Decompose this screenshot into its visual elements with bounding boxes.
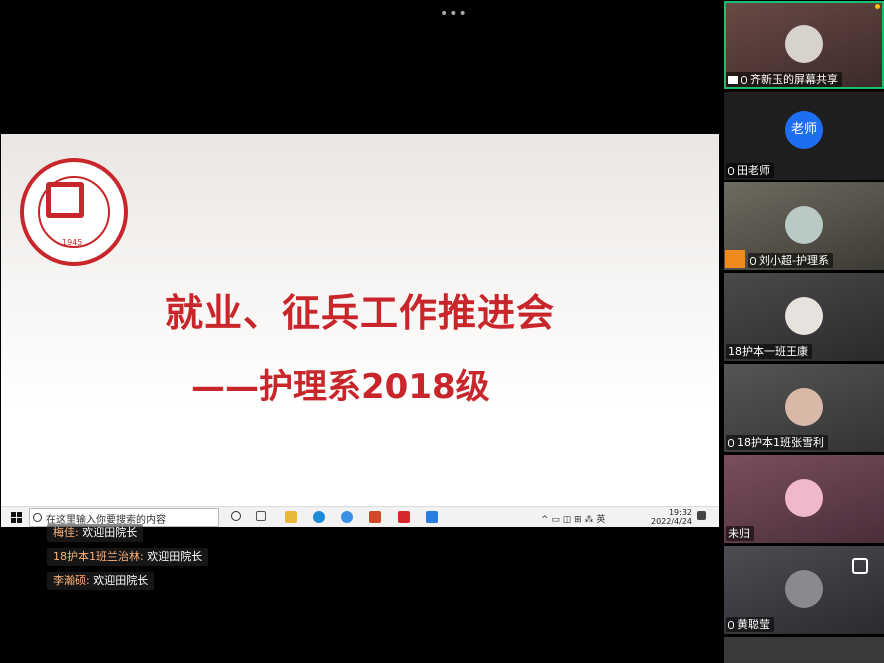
windows-start-icon[interactable] xyxy=(11,512,22,523)
notification-icon[interactable] xyxy=(697,511,706,520)
more-options-icon[interactable]: ••• xyxy=(440,6,468,22)
participant-tile-screen-share[interactable]: 齐新玉的屏幕共享 xyxy=(724,1,884,89)
participant-label: 齐新玉的屏幕共享 xyxy=(726,72,842,87)
taskbar-clock: 19:32 2022/4/24 xyxy=(651,508,693,526)
avatar xyxy=(785,388,823,426)
system-tray[interactable]: ^ ▭ ◫ ⊞ ⁂ 英 xyxy=(541,512,605,525)
participant-label: 田老师 xyxy=(726,163,774,178)
slide-title: 就业、征兵工作推进会 xyxy=(164,291,555,335)
school-logo: 1945 xyxy=(20,158,128,266)
participant-label: 18护本1班张雪利 xyxy=(726,435,828,450)
shared-screen: 1945 就业、征兵工作推进会 ——护理系2018级 在这里输入你要搜索的内容 … xyxy=(1,134,719,527)
participant-tile[interactable]: 刘小超-护理系 xyxy=(724,182,884,270)
task-view-icon[interactable] xyxy=(231,511,241,521)
status-dot xyxy=(875,4,880,9)
mic-muted-icon xyxy=(728,439,734,447)
screen-share-icon xyxy=(728,76,738,84)
meeting-app-icon[interactable] xyxy=(426,511,438,523)
edge-browser-icon[interactable] xyxy=(313,511,325,523)
participant-tile-partial[interactable] xyxy=(724,637,884,663)
pdf-icon[interactable] xyxy=(398,511,410,523)
participant-label: 刘小超-护理系 xyxy=(748,253,833,268)
mic-icon xyxy=(741,76,747,84)
mic-muted-icon xyxy=(750,257,756,265)
host-badge-icon xyxy=(725,250,745,268)
participant-tile[interactable]: 黄聪莹 xyxy=(724,546,884,634)
chat-message: 梅佳: 欢迎田院长 xyxy=(47,524,144,542)
app-icon[interactable] xyxy=(341,511,353,523)
chat-message: 李瀚硕: 欢迎田院长 xyxy=(47,572,155,590)
participant-tile[interactable]: 老师 田老师 xyxy=(724,92,884,180)
avatar xyxy=(785,206,823,244)
search-icon xyxy=(33,513,42,522)
file-explorer-icon[interactable] xyxy=(285,511,297,523)
avatar: 老师 xyxy=(785,111,823,149)
avatar xyxy=(785,297,823,335)
chat-message: 18护本1班兰治林: 欢迎田院长 xyxy=(47,548,209,566)
mic-muted-icon xyxy=(728,621,734,629)
participant-tile[interactable]: 18护本一班王康 xyxy=(724,273,884,361)
participant-label: 18护本一班王康 xyxy=(726,344,812,359)
slide-subtitle: ——护理系2018级 xyxy=(191,367,490,407)
avatar xyxy=(785,25,823,63)
widgets-icon[interactable] xyxy=(256,511,266,521)
pin-icon[interactable] xyxy=(852,558,868,574)
participant-tile[interactable]: 未归 xyxy=(724,455,884,543)
avatar xyxy=(785,479,823,517)
office-icon[interactable] xyxy=(369,511,381,523)
participant-label: 黄聪莹 xyxy=(726,617,774,632)
mic-muted-icon xyxy=(728,167,734,175)
participant-label: 未归 xyxy=(726,526,754,541)
avatar xyxy=(785,570,823,608)
participant-tile[interactable]: 18护本1班张雪利 xyxy=(724,364,884,452)
